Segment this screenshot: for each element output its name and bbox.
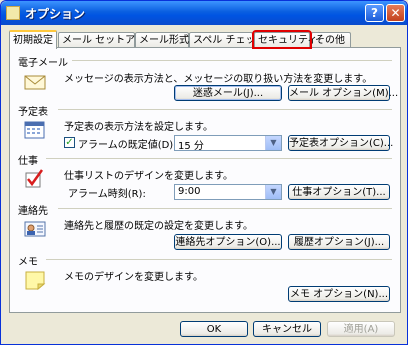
chevron-down-icon[interactable]: ▼ — [265, 185, 281, 199]
tasks-description: 仕事リストのデザインを変更します。 — [64, 171, 233, 182]
section-label-tasks: 仕事 — [18, 156, 38, 167]
section-label-contacts: 連絡先 — [18, 206, 48, 217]
journal-options-button[interactable]: 履歴オプション(J)... — [288, 234, 390, 250]
contact-card-icon — [24, 219, 46, 239]
task-check-icon — [24, 169, 46, 189]
close-button[interactable]: ✕ — [386, 4, 405, 22]
window-title: オプション — [25, 7, 86, 21]
tab-mail-setup[interactable]: メール セットアップ — [58, 32, 155, 47]
general-tab-panel: 電子メール メッセージの表示方法と、メッセージの取り扱い方法を変更します。 迷惑… — [9, 47, 401, 313]
calendar-options-button[interactable]: 予定表オプション(C)... — [288, 135, 393, 151]
task-options-button[interactable]: 仕事オプション(T)... — [288, 184, 390, 200]
email-description: メッセージの表示方法と、メッセージの取り扱い方法を変更します。 — [64, 74, 373, 85]
section-label-calendar: 予定表 — [18, 107, 48, 118]
divider — [58, 208, 392, 209]
reminder-time-dropdown[interactable]: 9:00 ▼ — [174, 184, 282, 200]
cancel-button[interactable]: キャンセル — [253, 321, 321, 337]
reminder-value: 15 分 — [178, 141, 204, 152]
contacts-description: 連絡先と履歴の既定の設定を変更します。 — [64, 221, 253, 232]
divider — [46, 259, 392, 260]
notes-description: メモのデザインを変更します。 — [64, 272, 203, 283]
options-app-icon — [6, 6, 20, 20]
chevron-down-icon[interactable]: ▼ — [265, 136, 281, 150]
note-options-button[interactable]: メモ オプション(N)... — [288, 286, 390, 302]
divider — [58, 109, 392, 110]
envelope-icon — [24, 72, 46, 92]
tab-spelling[interactable]: スペル チェック — [189, 32, 265, 47]
divider — [46, 158, 392, 159]
reminder-label: アラームの既定値(D): — [78, 140, 177, 151]
title-bar[interactable]: オプション ? ✕ — [1, 1, 407, 25]
apply-button[interactable]: 適用(A) — [327, 321, 395, 337]
mail-options-button[interactable]: メール オプション(M)... — [288, 85, 398, 101]
tab-general[interactable]: 初期設定 — [9, 30, 57, 49]
divider — [72, 60, 392, 61]
tab-security[interactable]: セキュリティ — [252, 30, 317, 49]
section-label-notes: メモ — [18, 257, 38, 268]
help-button[interactable]: ? — [365, 4, 384, 22]
reminder-checkbox[interactable]: ✓ — [64, 137, 75, 148]
tab-other[interactable]: その他 — [311, 32, 351, 47]
sticky-note-icon — [24, 270, 46, 291]
ok-button[interactable]: OK — [180, 321, 248, 337]
tab-mail-format[interactable]: メール形式 — [135, 32, 189, 47]
junk-email-button[interactable]: 迷惑メール(J)... — [174, 85, 282, 101]
reminder-dropdown[interactable]: 15 分 ▼ — [174, 135, 282, 152]
reminder-time-label: アラーム時刻(R): — [68, 189, 146, 200]
contact-options-button[interactable]: 連絡先オプション(O)... — [174, 234, 282, 250]
options-dialog: オプション ? ✕ 初期設定 メール セットアップ メール形式 スペル チェック… — [0, 0, 408, 345]
reminder-time-value: 9:00 — [178, 186, 201, 197]
calendar-description: 予定表の表示方法を設定します。 — [64, 122, 213, 133]
section-label-email: 電子メール — [18, 58, 68, 69]
calendar-icon — [24, 120, 46, 140]
